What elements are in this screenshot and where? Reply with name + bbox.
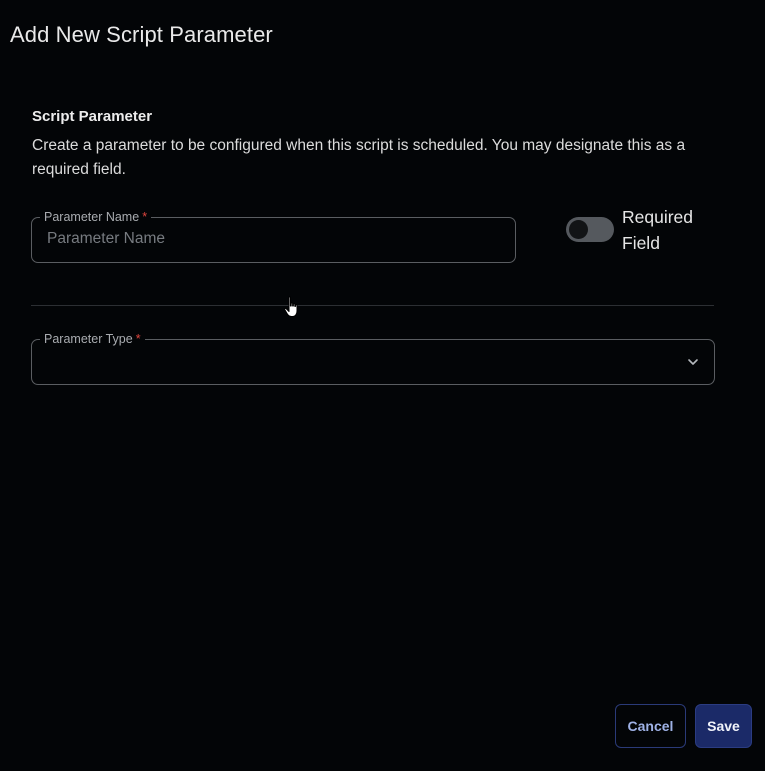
hand-pointer-cursor-icon [284,296,298,317]
save-button[interactable]: Save [695,704,752,748]
required-asterisk: * [135,332,141,346]
dialog-title: Add New Script Parameter [10,22,273,47]
parameter-name-label-text: Parameter Name [44,210,140,224]
parameter-name-label: Parameter Name * [40,209,152,225]
section-title: Script Parameter [32,108,153,125]
clipped-background-content [760,0,765,771]
parameter-name-field[interactable]: Parameter Name * [31,209,516,263]
cancel-button[interactable]: Cancel [615,704,686,748]
required-field-label: Required Field [622,207,694,253]
parameter-name-input[interactable] [47,230,487,248]
parameter-type-select[interactable]: Parameter Type * [31,331,715,385]
required-asterisk: * [142,210,148,224]
toggle-knob [569,220,588,239]
parameter-type-label-text: Parameter Type [44,332,133,346]
parameter-type-label: Parameter Type * [40,331,145,347]
section-divider [31,305,714,306]
section-description: Create a parameter to be configured when… [32,137,686,178]
chevron-down-icon[interactable] [686,355,700,369]
required-field-toggle[interactable] [566,217,614,242]
add-script-parameter-dialog: Add New Script Parameter Script Paramete… [0,0,765,771]
